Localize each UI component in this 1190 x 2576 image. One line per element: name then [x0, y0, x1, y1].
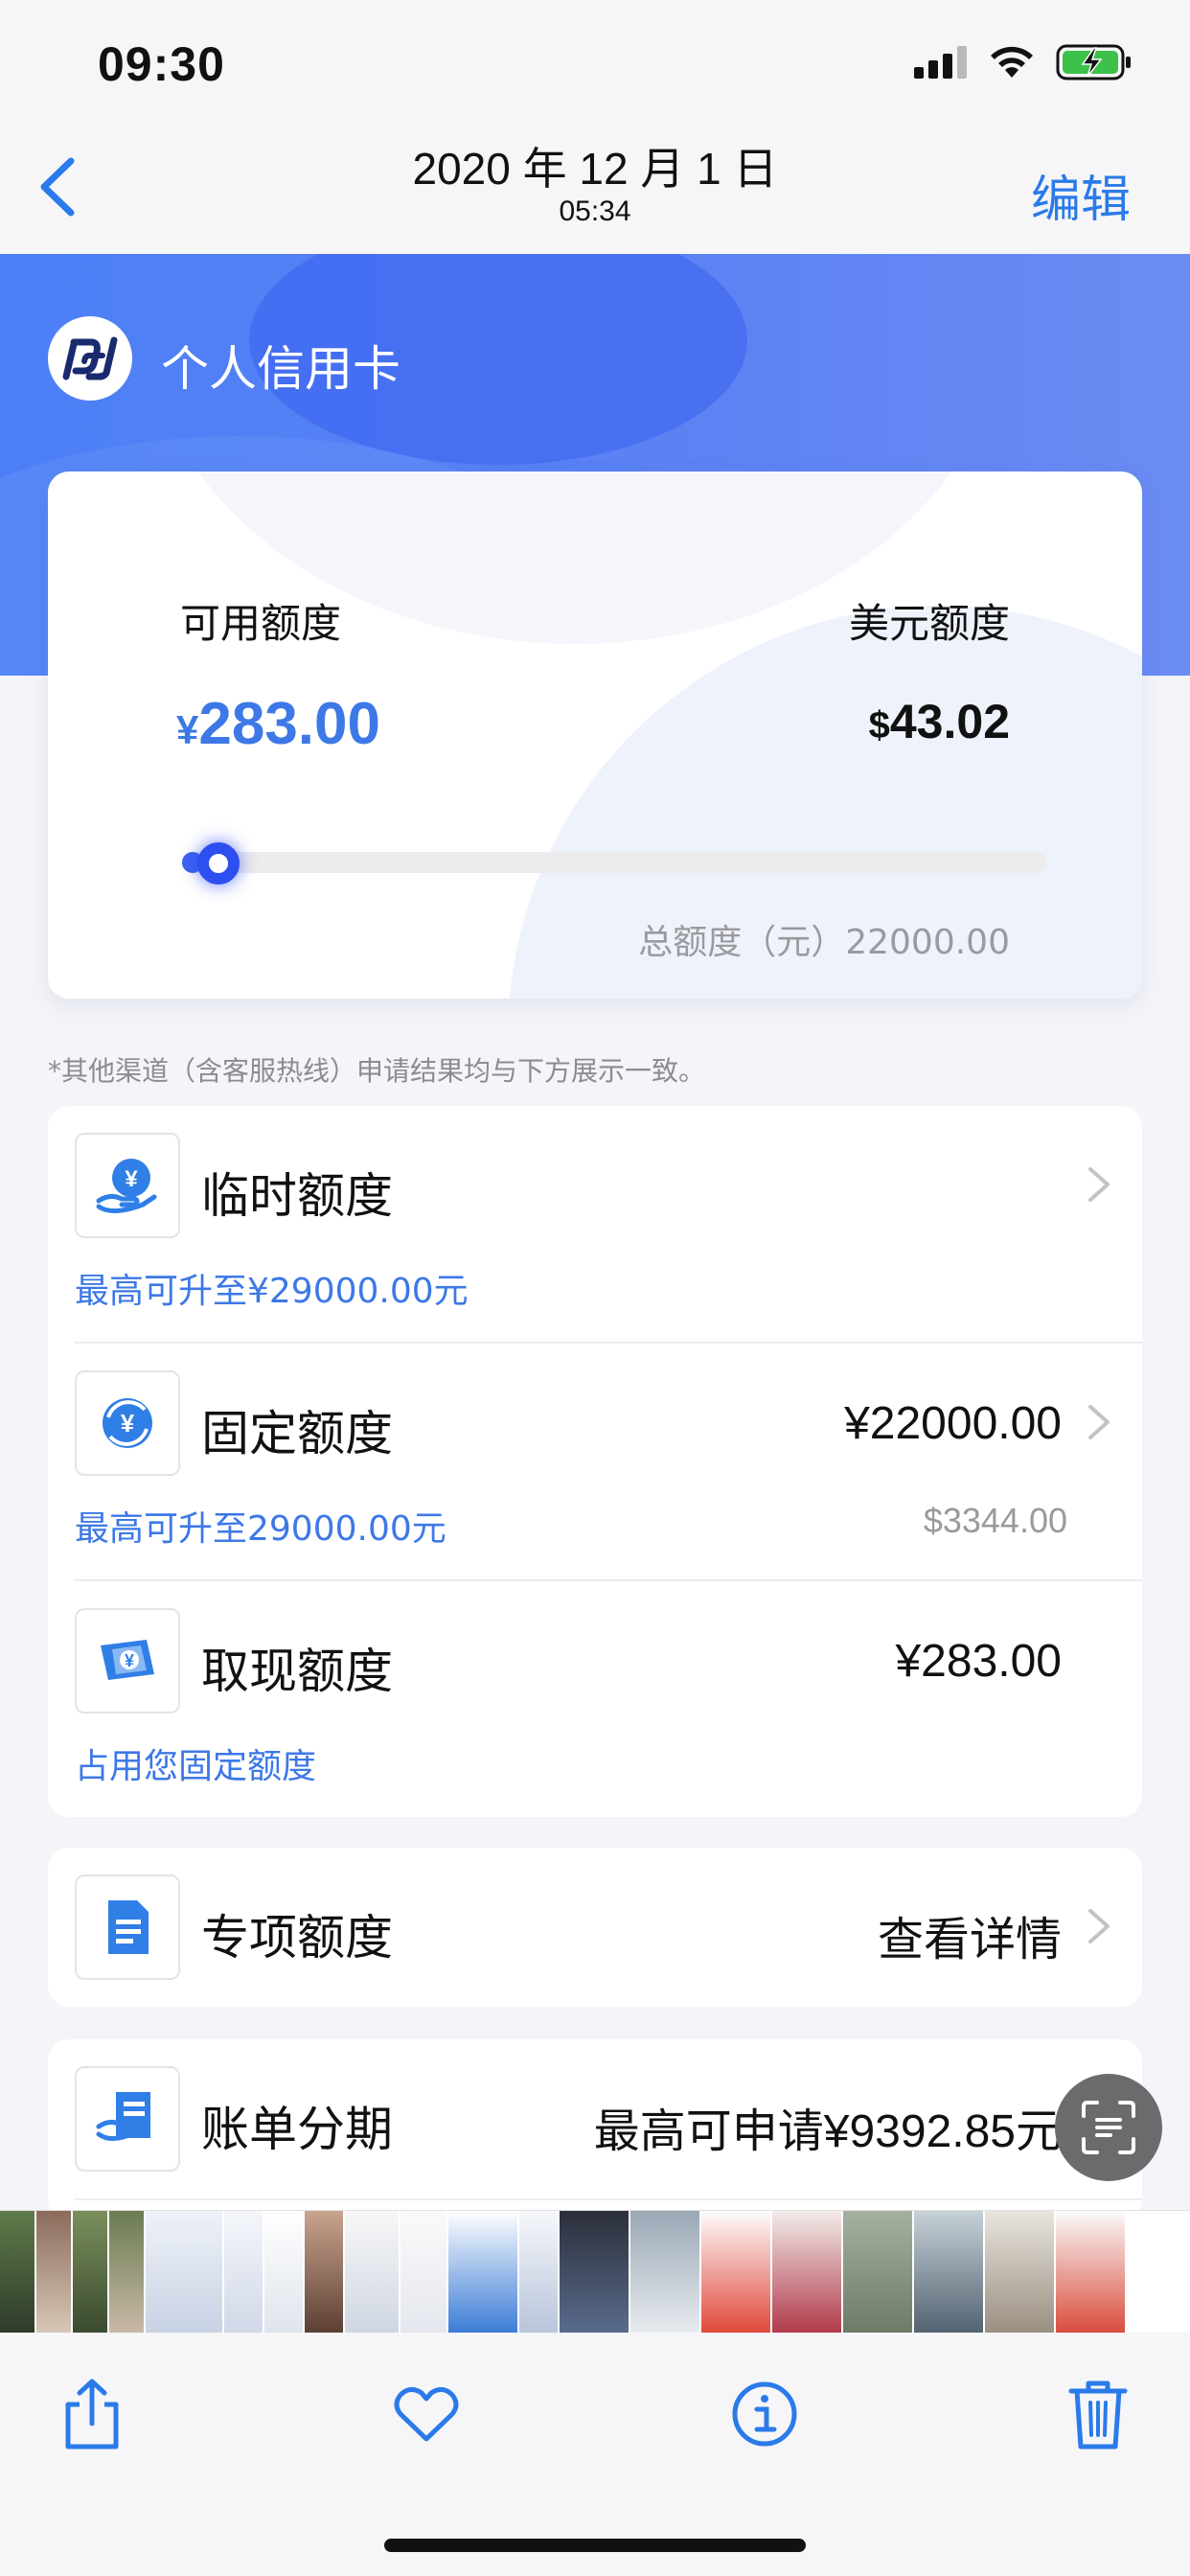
bill-icon	[75, 2066, 180, 2172]
row-title: 固定额度	[201, 1406, 393, 1461]
list-item-special-quota[interactable]: 专项额度 查看详情	[48, 1848, 1142, 2007]
photo-thumbnail[interactable]	[985, 2211, 1054, 2333]
bank-logo	[48, 316, 132, 401]
photo-thumbnail[interactable]	[0, 2211, 34, 2333]
quota-progress-track	[182, 852, 1046, 873]
info-button[interactable]	[726, 2376, 803, 2452]
scan-text-icon	[1082, 2101, 1135, 2154]
heart-icon	[394, 2387, 459, 2442]
bottom-toolbar	[0, 2333, 1190, 2576]
yen-exchange-icon: ¥	[75, 1370, 180, 1476]
cellular-signal-icon	[914, 46, 967, 79]
chevron-right-icon	[1088, 1167, 1110, 1202]
available-quota-amount: ¥283.00	[176, 690, 380, 758]
card-name: 个人信用卡	[161, 341, 400, 397]
share-icon	[65, 2379, 119, 2450]
share-button[interactable]	[54, 2376, 130, 2452]
delete-button[interactable]	[1060, 2376, 1136, 2452]
special-quota-card: 专项额度 查看详情	[48, 1848, 1142, 2007]
chevron-right-icon	[1088, 1405, 1110, 1439]
hand-yen-icon: ¥	[75, 1133, 180, 1238]
photo-thumbnail[interactable]	[560, 2211, 629, 2333]
usd-quota-label: 美元额度	[848, 600, 1010, 647]
row-title: 取现额度	[201, 1644, 393, 1699]
row-usd-value: $3344.00	[923, 1501, 1067, 1540]
home-indicator	[384, 2539, 806, 2552]
photo-thumbnail[interactable]	[146, 2211, 222, 2333]
photo-thumbnail[interactable]	[448, 2211, 517, 2333]
battery-charging-icon	[1056, 44, 1131, 80]
photo-thumbnail-strip[interactable]	[0, 2210, 1190, 2333]
bank-logo-icon	[62, 336, 118, 380]
row-title: 账单分期	[201, 2102, 393, 2157]
row-title: 专项额度	[201, 1910, 393, 1966]
photo-thumbnail[interactable]	[914, 2211, 983, 2333]
page-subtitle-time: 05:34	[559, 196, 631, 227]
list-item-temporary-quota[interactable]: ¥ 临时额度 最高可升至¥29000.00元	[48, 1106, 1142, 1344]
list-item-fixed-quota[interactable]: ¥ 固定额度 ¥22000.00 最高可升至29000.00元 $3344.00	[48, 1344, 1142, 1581]
row-value: ¥22000.00	[844, 1398, 1062, 1449]
status-time: 09:30	[98, 37, 225, 91]
photo-thumbnail[interactable]	[1056, 2211, 1125, 2333]
total-quota: 总额度（元）22000.00	[638, 923, 1010, 962]
row-subtitle: 最高可升至¥29000.00元	[75, 1272, 469, 1311]
list-item-cash-quota[interactable]: ¥ 取现额度 ¥283.00 占用您固定额度	[48, 1581, 1142, 1817]
edit-button[interactable]: 编辑	[1031, 159, 1131, 231]
row-subtitle: 最高可升至29000.00元	[75, 1509, 446, 1549]
trash-icon	[1068, 2380, 1128, 2450]
status-icons	[914, 44, 1133, 80]
svg-text:¥: ¥	[121, 1409, 135, 1438]
row-value: 最高可申请¥9392.85元	[593, 2106, 1062, 2157]
photo-thumbnail[interactable]	[305, 2211, 343, 2333]
photo-thumbnail[interactable]	[400, 2211, 446, 2333]
installment-card: 账单分期 最高可申请¥9392.85元	[48, 2039, 1142, 2221]
usd-quota-amount: $43.02	[869, 694, 1010, 749]
row-subtitle: 占用您固定额度	[75, 1747, 317, 1786]
wifi-icon	[991, 46, 1033, 78]
svg-text:¥: ¥	[125, 1166, 138, 1192]
list-item-bill-installment[interactable]: 账单分期 最高可申请¥9392.85元	[48, 2039, 1142, 2198]
top-bar: 09:30 2020 年 12 月 1 日 05:34 编辑	[0, 0, 1190, 254]
live-text-scan-button[interactable]	[1055, 2074, 1162, 2181]
limits-card: ¥ 临时额度 最高可升至¥29000.00元 ¥ 固定额度 ¥22000.00 …	[48, 1106, 1142, 1817]
currency-symbol: ¥	[176, 707, 199, 752]
notice-text: *其他渠道（含客服热线）申请结果均与下方展示一致。	[48, 1055, 706, 1087]
photo-thumbnail[interactable]	[701, 2211, 770, 2333]
info-icon	[732, 2381, 797, 2447]
document-icon	[75, 1874, 180, 1980]
currency-symbol: $	[868, 704, 890, 747]
cash-icon: ¥	[75, 1608, 180, 1714]
photo-thumbnail[interactable]	[109, 2211, 144, 2333]
photo-thumbnail[interactable]	[843, 2211, 912, 2333]
photo-thumbnail[interactable]	[73, 2211, 107, 2333]
svg-text:¥: ¥	[125, 1651, 134, 1670]
photo-thumbnail[interactable]	[519, 2211, 558, 2333]
photo-thumbnail[interactable]	[630, 2211, 699, 2333]
quota-progress-knob	[196, 842, 240, 885]
photo-thumbnail[interactable]	[224, 2211, 263, 2333]
photo-thumbnail[interactable]	[36, 2211, 71, 2333]
row-title: 临时额度	[201, 1168, 393, 1224]
photo-thumbnail[interactable]	[772, 2211, 841, 2333]
usd-quota-value: 43.02	[889, 695, 1010, 748]
page-title: 2020 年 12 月 1 日	[412, 144, 778, 194]
photo-thumbnail[interactable]	[264, 2211, 303, 2333]
row-value: ¥283.00	[895, 1636, 1062, 1687]
available-quota-value: 283.00	[198, 691, 380, 757]
available-quota-label: 可用额度	[180, 600, 342, 647]
view-details-link[interactable]: 查看详情	[878, 1901, 1062, 1968]
photo-thumbnail[interactable]	[345, 2211, 399, 2333]
favorite-button[interactable]	[388, 2376, 465, 2452]
divider	[75, 2198, 1142, 2200]
quota-card: 可用额度 美元额度 ¥283.00 $43.02 总额度（元）22000.00	[48, 472, 1142, 999]
chevron-right-icon	[1088, 1909, 1110, 1944]
